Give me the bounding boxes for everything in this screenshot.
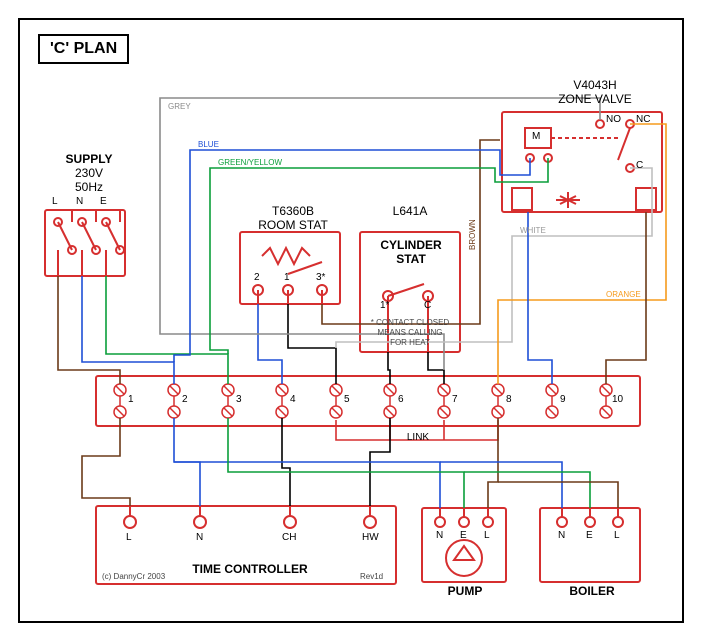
pump-E: E [460, 530, 467, 542]
wc-7: 7 [452, 394, 458, 406]
diagram-stage: 'C' PLAN [0, 0, 702, 641]
roomstat-t2: 2 [254, 272, 260, 284]
tc-CH: CH [282, 532, 296, 544]
roomstat-t3: 3* [316, 272, 325, 284]
zonevalve-M: M [532, 131, 540, 143]
wc-9: 9 [560, 394, 566, 406]
wire-brown: BROWN [468, 219, 478, 250]
supply-L: L [52, 196, 58, 208]
cylstat-note2: MEANS CALLING [364, 328, 456, 338]
supply-label-3: 50Hz [54, 180, 124, 194]
wc-1: 1 [128, 394, 134, 406]
zonevalve-C: C [636, 160, 643, 172]
wc-10: 10 [612, 394, 623, 406]
boiler-block [540, 508, 640, 582]
supply-E: E [100, 196, 107, 208]
zonevalve-label-2: ZONE VALVE [540, 92, 650, 106]
roomstat-t1: 1 [284, 272, 290, 284]
cylstat-note1: * CONTACT CLOSED [364, 318, 456, 328]
supply-label-2: 230V [54, 166, 124, 180]
wc-link: LINK [398, 432, 438, 444]
cylstat-label-2: CYLINDER [366, 238, 456, 252]
boiler-L: L [614, 530, 620, 542]
copyright: (c) DannyCr 2003 [102, 572, 165, 582]
boiler-label: BOILER [562, 584, 622, 598]
pump-block [422, 508, 506, 582]
boiler-N: N [558, 530, 565, 542]
cylstat-note3: FOR HEAT [364, 338, 456, 348]
tc-HW: HW [362, 532, 379, 544]
tc-L: L [126, 532, 132, 544]
wire-blue: BLUE [198, 140, 219, 150]
zonevalve-NO: NO [606, 114, 621, 126]
revision: Rev1d [360, 572, 383, 582]
wire-orange: ORANGE [606, 290, 641, 300]
supply-block [45, 210, 125, 276]
wc-4: 4 [290, 394, 296, 406]
roomstat-label-2: ROOM STAT [240, 218, 346, 232]
tc-N: N [196, 532, 203, 544]
pump-label: PUMP [442, 584, 488, 598]
zonevalve-NC: NC [636, 114, 650, 126]
pump-L: L [484, 530, 490, 542]
wire-grey: GREY [168, 102, 191, 112]
wire-greenyellow: GREEN/YELLOW [218, 158, 282, 168]
cylstat-label-1: L641A [370, 204, 450, 218]
pump-N: N [436, 530, 443, 542]
wc-2: 2 [182, 394, 188, 406]
wc-8: 8 [506, 394, 512, 406]
tc-label: TIME CONTROLLER [170, 562, 330, 576]
room-stat-block [240, 232, 340, 304]
wire-white: WHITE [520, 226, 546, 236]
cylstat-tC: C [424, 300, 431, 312]
supply-label-1: SUPPLY [54, 152, 124, 166]
zonevalve-label-1: V4043H [550, 78, 640, 92]
roomstat-label-1: T6360B [248, 204, 338, 218]
cylstat-t1: 1* [380, 300, 389, 312]
boiler-E: E [586, 530, 593, 542]
wc-5: 5 [344, 394, 350, 406]
wc-6: 6 [398, 394, 404, 406]
wiring-centre-block [96, 376, 640, 426]
cylstat-label-3: STAT [366, 252, 456, 266]
wc-3: 3 [236, 394, 242, 406]
supply-N: N [76, 196, 83, 208]
